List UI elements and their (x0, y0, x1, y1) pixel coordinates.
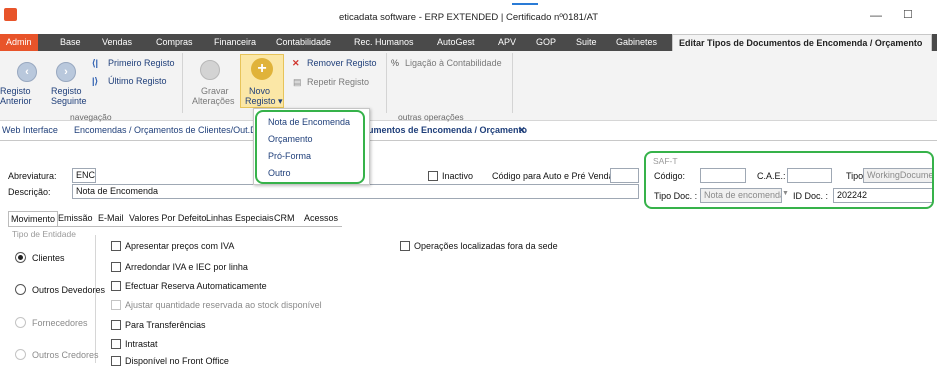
menu-highlight (255, 110, 365, 184)
radio-fornecedores-label: Fornecedores (32, 318, 88, 328)
registo-seguinte-button[interactable]: › (56, 62, 76, 82)
doc-tab-editar-tipos[interactable]: umentos de Encomenda / Orçamento (368, 125, 527, 135)
tab-editar-tipos[interactable]: Editar Tipos de Documentos de Encomenda … (672, 34, 932, 51)
checkbox-fora-sede[interactable] (400, 241, 410, 251)
descricao-label: Descrição: (8, 187, 51, 197)
minimize-icon[interactable]: — (870, 8, 882, 22)
radio-outros-credores-label: Outros Credores (32, 350, 99, 360)
codigo-auto-input[interactable] (610, 168, 639, 183)
tab-strip-line (8, 226, 342, 227)
outras-operacoes-group-label: outras operações (398, 112, 464, 122)
close-tab-icon[interactable]: ✕ (518, 125, 526, 136)
checkbox-reserva-label: Efectuar Reserva Automaticamente (125, 281, 267, 291)
radio-clientes[interactable] (15, 252, 26, 263)
ribbon-tab-bar: Admin Base Vendas Compras Financeira Con… (0, 34, 937, 51)
arrow-right-icon: › (64, 66, 68, 78)
ligacao-contabilidade-button[interactable]: Ligação à Contabilidade (405, 58, 502, 68)
abreviatura-label: Abreviatura: (8, 171, 57, 181)
registo-seguinte-label: Registo (51, 86, 82, 96)
inactivo-label: Inactivo (442, 171, 474, 181)
doc-tab-web-interface[interactable]: Web Interface (2, 125, 58, 135)
checkbox-ajustar-label: Ajustar quantidade reservada ao stock di… (125, 300, 322, 310)
tab-acessos[interactable]: Acessos (302, 211, 340, 226)
inactivo-checkbox[interactable] (428, 171, 438, 181)
primeiro-registo-button[interactable]: Primeiro Registo (108, 58, 175, 68)
registo-anterior-label: Registo (0, 86, 31, 96)
tab-compras[interactable]: Compras (150, 34, 199, 51)
repetir-registo-button[interactable]: Repetir Registo (307, 77, 369, 87)
novo-label: Novo (249, 86, 271, 96)
tab-gop[interactable]: GOP (530, 34, 562, 51)
tab-rec-humanos[interactable]: Rec. Humanos (348, 34, 420, 51)
add-icon: + (251, 58, 273, 80)
saft-highlight (644, 151, 934, 209)
checkbox-reserva[interactable] (111, 281, 121, 291)
first-record-icon: ⟨| (92, 58, 99, 68)
tab-crm[interactable]: CRM (272, 211, 297, 226)
ribbon-separator-2 (386, 53, 387, 113)
remover-registo-button[interactable]: Remover Registo (307, 58, 377, 68)
registo-anterior-label-2: Anterior (0, 96, 32, 106)
checkbox-intrastat-label: Intrastat (125, 339, 158, 349)
tab-apv[interactable]: APV (492, 34, 522, 51)
tab-gabinetes[interactable]: Gabinetes (610, 34, 663, 51)
registo-anterior-button[interactable]: ‹ (17, 62, 37, 82)
novo-label-2: Registo ▾ (245, 96, 283, 106)
window-title: eticadata software - ERP EXTENDED | Cert… (338, 12, 599, 23)
tab-movimento[interactable]: Movimento (8, 211, 59, 226)
descricao-input[interactable]: Nota de Encomenda (72, 184, 639, 199)
percent-icon: % (391, 58, 400, 68)
radio-outros-credores[interactable] (15, 349, 26, 360)
tab-emissao[interactable]: Emissão (56, 211, 95, 226)
document-tab-bar: Web Interface Encomendas / Orçamentos de… (0, 122, 937, 141)
last-record-icon: |⟩ (92, 76, 99, 86)
checkbox-ajustar[interactable] (111, 300, 121, 310)
checkbox-precos-iva-label: Apresentar preços com IVA (125, 241, 235, 251)
gravar-label-2: Alterações (192, 96, 235, 106)
checkbox-intrastat[interactable] (111, 339, 121, 349)
repeat-icon: ▤ (293, 77, 302, 87)
tab-admin[interactable]: Admin (0, 34, 38, 51)
radio-clientes-label: Clientes (32, 253, 65, 263)
registo-seguinte-label-2: Seguinte (51, 96, 87, 106)
checkbox-front-office[interactable] (111, 356, 121, 366)
entidade-group-title: Tipo de Entidade (12, 229, 76, 239)
remove-x-icon: ✕ (292, 58, 300, 68)
radio-outros-devedores-label: Outros Devedores (32, 285, 106, 295)
navegacao-group-label: navegação (70, 112, 112, 122)
gravar-label: Gravar (201, 86, 229, 96)
checkbox-transferencias[interactable] (111, 320, 121, 330)
checkbox-fora-sede-label: Operações localizadas fora da sede (414, 241, 558, 251)
maximize-icon[interactable]: ☐ (903, 8, 913, 21)
abreviatura-input[interactable]: ENC (72, 168, 96, 183)
checkbox-arredondar-label: Arredondar IVA e IEC por linha (125, 262, 248, 272)
checkbox-precos-iva[interactable] (111, 241, 121, 251)
tab-suite[interactable]: Suite (570, 34, 603, 51)
save-disk-icon (200, 60, 220, 80)
ultimo-registo-button[interactable]: Último Registo (108, 76, 167, 86)
tab-contabilidade[interactable]: Contabilidade (270, 34, 337, 51)
entidade-divider (95, 235, 96, 363)
tab-base[interactable]: Base (54, 34, 87, 51)
tab-linhas-especiais[interactable]: Linhas Especiais (204, 211, 276, 226)
codigo-auto-label: Código para Auto e Pré Venda: (492, 171, 617, 181)
ribbon-separator-3 (512, 53, 513, 113)
arrow-left-icon: ‹ (25, 66, 29, 78)
radio-fornecedores[interactable] (15, 317, 26, 328)
tab-autogest[interactable]: AutoGest (431, 34, 481, 51)
checkbox-transferencias-label: Para Transferências (125, 320, 206, 330)
checkbox-arredondar[interactable] (111, 262, 121, 272)
tab-vendas[interactable]: Vendas (96, 34, 138, 51)
tab-email[interactable]: E-Mail (96, 211, 126, 226)
title-accent-line (512, 3, 538, 5)
tab-financeira[interactable]: Financeira (208, 34, 262, 51)
checkbox-front-office-label: Disponível no Front Office (125, 356, 229, 366)
ribbon-separator (182, 53, 183, 113)
radio-outros-devedores[interactable] (15, 284, 26, 295)
tab-valores-por-defeito[interactable]: Valores Por Defeito (127, 211, 208, 226)
doc-tab-encomendas[interactable]: Encomendas / Orçamentos de Clientes/Out.… (74, 125, 262, 135)
